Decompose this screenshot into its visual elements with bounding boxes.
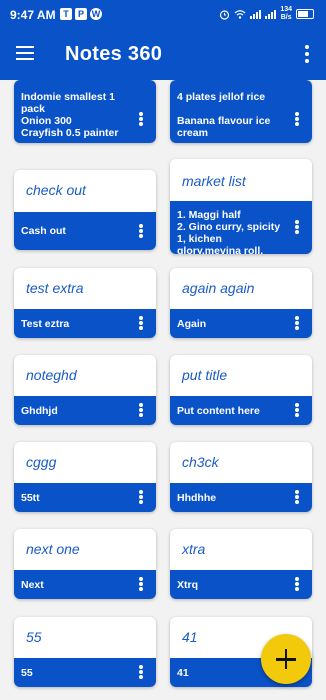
status-bar: 9:47 AM T P W 134 B/s [0,0,326,30]
note-card[interactable]: 4 plates jellof rice Banana flavour ice … [170,80,312,143]
note-title: ch3ck [182,454,219,470]
note-title: xtra [182,541,206,557]
note-card[interactable]: noteghd Ghdhjd [14,355,156,425]
note-title: put title [182,367,228,383]
note-body: Ghdhjd [14,396,156,425]
note-more-icon[interactable] [139,403,143,417]
note-more-icon[interactable] [295,490,299,504]
note-title: noteghd [26,367,77,383]
note-content: Xtrq [177,579,198,591]
note-more-icon[interactable] [295,112,299,126]
note-more-icon[interactable] [139,577,143,591]
note-content: Again [177,318,207,330]
note-body: Hhdhhe [170,483,312,512]
note-more-icon[interactable] [295,316,299,330]
wifi-icon [234,10,246,19]
note-card[interactable]: xtra Xtrq [170,529,312,599]
note-body: Again [170,309,312,338]
note-more-icon[interactable] [139,490,143,504]
menu-icon[interactable] [16,46,34,60]
note-body: Test eztra [14,309,156,338]
note-content: Indomie smallest 1 pack Onion 300 Crayfi… [21,91,119,139]
note-title: 41 [182,629,198,645]
note-body: 55tt [14,483,156,512]
note-more-icon[interactable] [139,665,143,679]
note-body: Indomie smallest 1 pack Onion 300 Crayfi… [14,80,156,143]
note-body: 4 plates jellof rice Banana flavour ice … [170,80,312,143]
note-body: 1. Maggi half 2. Gino curry, spicity 1, … [170,201,312,254]
publisher-icon: P [75,8,87,20]
note-more-icon[interactable] [139,316,143,330]
note-title: next one [26,541,80,557]
status-time: 9:47 AM [10,8,56,22]
note-content: Put content here [177,405,260,417]
note-more-icon[interactable] [139,224,143,238]
note-more-icon[interactable] [139,112,143,126]
note-content: 4 plates jellof rice Banana flavour ice … [177,91,271,139]
net-speed-value: 134 [280,6,292,13]
note-content: 1. Maggi half 2. Gino curry, spicity 1, … [177,209,281,254]
note-body: Xtrq [170,570,312,599]
app-bar: Notes 360 [0,30,326,80]
whatsapp-icon: W [90,8,102,20]
signal-icon-2 [265,9,277,19]
note-card[interactable]: ch3ck Hhdhhe [170,442,312,512]
teams-icon: T [60,8,72,20]
note-title: market list [182,173,246,189]
note-card[interactable]: market list 1. Maggi half 2. Gino curry,… [170,159,312,254]
status-app-icons: T P W [60,8,102,20]
note-title: 55 [26,629,42,645]
note-card[interactable]: test extra Test eztra [14,268,156,338]
note-title: cggg [26,454,57,470]
net-speed-unit: B/s [280,14,292,21]
note-title: test extra [26,280,84,296]
note-card[interactable]: Indomie smallest 1 pack Onion 300 Crayfi… [14,80,156,143]
note-card[interactable]: next one Next [14,529,156,599]
note-more-icon[interactable] [295,577,299,591]
note-body: Put content here [170,396,312,425]
note-more-icon[interactable] [295,403,299,417]
note-more-icon[interactable] [295,220,299,234]
note-card[interactable]: check out Cash out [14,170,156,250]
status-indicators: 134 B/s [219,6,314,22]
note-card[interactable]: 55 55 [14,617,156,687]
battery-icon [296,9,314,19]
note-content: Hhdhhe [177,492,217,504]
note-card[interactable]: put title Put content here [170,355,312,425]
note-body: Cash out [14,212,156,250]
signal-icon [250,9,262,19]
note-content: Test eztra [21,318,70,330]
alarm-icon [220,9,230,20]
app-title: Notes 360 [65,43,163,65]
note-card[interactable]: again again Again [170,268,312,338]
note-body: Next [14,570,156,599]
note-card[interactable]: cggg 55tt [14,442,156,512]
note-content: 55 [21,667,33,679]
note-title: check out [26,182,86,198]
more-vert-icon[interactable] [304,45,310,63]
note-content: Ghdhjd [21,405,58,417]
net-speed: 134 B/s [280,6,292,22]
notes-grid: Indomie smallest 1 pack Onion 300 Crayfi… [0,80,326,700]
note-title: again again [182,280,255,296]
note-content: Cash out [21,225,66,237]
add-note-button[interactable] [261,634,311,684]
note-content: Next [21,579,44,591]
note-content: 55tt [21,492,40,504]
note-body: 55 [14,658,156,687]
